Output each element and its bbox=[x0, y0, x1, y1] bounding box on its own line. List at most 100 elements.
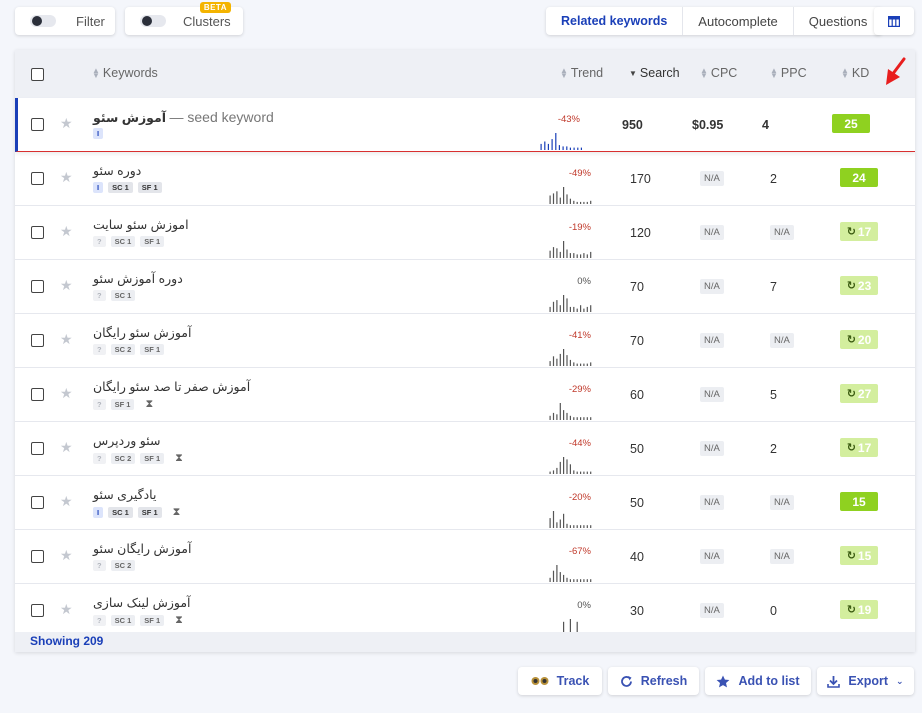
trend-bar bbox=[583, 308, 585, 312]
trend-bar bbox=[583, 525, 585, 528]
keyword-text[interactable]: آموزش لینک سازی bbox=[93, 595, 191, 610]
kd-score: ↻ 27 bbox=[840, 384, 878, 403]
keyword-text[interactable]: دوره آموزش سئو bbox=[93, 271, 183, 286]
row-checkbox[interactable] bbox=[31, 496, 44, 509]
table-row[interactable]: ★ آموزش لینک سازی? SC 1 SF 1 ⧗ 0% 30 N/A 0 ↻ 19 bbox=[15, 584, 915, 638]
refresh-icon[interactable]: ↻ bbox=[847, 387, 856, 400]
seed-keyword-row[interactable]: ★ آموزش سئو — seed keyword I -43% 950 $0… bbox=[15, 98, 915, 152]
row-checkbox[interactable] bbox=[31, 280, 44, 293]
select-all-checkbox[interactable] bbox=[31, 68, 44, 81]
column-header-keywords[interactable]: ▲ ▼ Keywords bbox=[92, 66, 158, 80]
tab-autocomplete[interactable]: Autocomplete bbox=[683, 7, 794, 35]
refresh-icon[interactable]: ↻ bbox=[847, 603, 856, 616]
table-row[interactable]: ★ آموزش رایگان سئو? SC 2 -67% 40 N/A N/A ↻ 15 bbox=[15, 530, 915, 584]
kd-score: 24 bbox=[840, 168, 878, 187]
trend-bar bbox=[549, 577, 551, 582]
keyword-text[interactable]: آموزش سئو رایگان bbox=[93, 325, 191, 340]
star-icon[interactable]: ★ bbox=[60, 277, 73, 294]
refresh-icon[interactable]: ↻ bbox=[847, 225, 856, 238]
table-row[interactable]: ★ دوره آموزش سئو? SC 1 0% 70 N/A 7 ↻ 23 bbox=[15, 260, 915, 314]
star-icon[interactable]: ★ bbox=[60, 493, 73, 510]
column-header-kd[interactable]: ▲ ▼ KD bbox=[841, 66, 869, 80]
columns-button[interactable] bbox=[874, 7, 914, 35]
ppc-value: 2 bbox=[770, 442, 777, 456]
trend-bar bbox=[580, 147, 582, 150]
row-checkbox[interactable] bbox=[31, 334, 44, 347]
keyword-text[interactable]: دوره سئو bbox=[93, 163, 141, 178]
column-header-ppc[interactable]: ▲ ▼ PPC bbox=[770, 66, 807, 80]
refresh-button[interactable]: Refresh bbox=[608, 667, 699, 695]
trend-bar bbox=[566, 523, 568, 528]
keyword-text[interactable]: سئو وردپرس bbox=[93, 433, 160, 448]
search-volume: 950 bbox=[622, 118, 643, 132]
trend-bar bbox=[576, 525, 578, 528]
row-checkbox[interactable] bbox=[31, 388, 44, 401]
keyword-text[interactable]: یادگیری سئو bbox=[93, 487, 156, 502]
trend-bar bbox=[590, 305, 592, 312]
trend-bar bbox=[559, 305, 561, 312]
export-button[interactable]: Export ⌄ bbox=[817, 667, 914, 695]
cpc-value: N/A bbox=[700, 549, 724, 564]
row-checkbox[interactable] bbox=[31, 226, 44, 239]
star-icon[interactable]: ★ bbox=[60, 547, 73, 564]
row-checkbox[interactable] bbox=[31, 550, 44, 563]
refresh-icon[interactable]: ↻ bbox=[847, 441, 856, 454]
star-icon[interactable]: ★ bbox=[60, 439, 73, 456]
row-checkbox[interactable] bbox=[31, 172, 44, 185]
tab-related-keywords[interactable]: Related keywords bbox=[546, 7, 684, 35]
refresh-icon[interactable]: ↻ bbox=[847, 333, 856, 346]
toggle-switch-icon bbox=[140, 15, 166, 27]
track-button[interactable]: Track bbox=[518, 667, 602, 695]
search-volume: 70 bbox=[630, 334, 644, 348]
trend-bar bbox=[547, 143, 549, 150]
star-icon[interactable]: ★ bbox=[60, 223, 73, 240]
trend-sparkline bbox=[549, 402, 593, 420]
filter-toggle[interactable]: Filter bbox=[15, 7, 115, 35]
table-row[interactable]: ★ اموزش سئو سایت? SC 1 SF 1 -19% 120 N/A N/A ↻ 17 bbox=[15, 206, 915, 260]
column-header-trend[interactable]: ▲ ▼ Trend bbox=[560, 66, 603, 80]
trend-bar bbox=[569, 147, 571, 150]
row-checkbox[interactable] bbox=[31, 118, 44, 131]
table-row[interactable]: ★ دوره سئو I SC 1 SF 1 -49% 170 N/A 2 24 bbox=[15, 152, 915, 206]
keyword-text[interactable]: آموزش رایگان سئو bbox=[93, 541, 191, 556]
trend-bar bbox=[556, 522, 558, 528]
keyword-text[interactable]: آموزش صفر تا صد سئو رایگان bbox=[93, 379, 250, 394]
keyword-badges: ? SC 1 SF 1 ⧗ bbox=[93, 614, 183, 627]
trend-bar bbox=[586, 579, 588, 582]
clusters-toggle[interactable]: Clusters BETA bbox=[125, 2, 243, 35]
table-row[interactable]: ★ آموزش صفر تا صد سئو رایگان? SF 1 ⧗ -29% 60 N… bbox=[15, 368, 915, 422]
star-icon[interactable]: ★ bbox=[60, 385, 73, 402]
star-icon[interactable]: ★ bbox=[60, 331, 73, 348]
row-checkbox[interactable] bbox=[31, 604, 44, 617]
table-row[interactable]: ★ آموزش سئو رایگان? SC 2 SF 1 -41% 70 N/A N/A ↻ 2… bbox=[15, 314, 915, 368]
serp-features-badge: SF 1 bbox=[140, 236, 165, 247]
trend-percent: -67% bbox=[568, 546, 591, 557]
trend-bar bbox=[586, 363, 588, 366]
row-checkbox[interactable] bbox=[31, 442, 44, 455]
tab-questions[interactable]: Questions bbox=[794, 7, 883, 35]
column-header-search[interactable]: ▼ Search bbox=[629, 66, 680, 80]
trend-bar bbox=[573, 579, 575, 582]
trend-bar bbox=[552, 570, 555, 582]
refresh-icon[interactable]: ↻ bbox=[847, 549, 856, 562]
table-row[interactable]: ★ سئو وردپرس? SC 2 SF 1 ⧗ -44% 50 N/A 2 ↻ 17 bbox=[15, 422, 915, 476]
sort-icon: ▲ ▼ bbox=[700, 66, 708, 80]
star-icon[interactable]: ★ bbox=[60, 169, 73, 186]
kd-value: 24 bbox=[852, 170, 866, 185]
trend-bar bbox=[586, 254, 588, 258]
add-to-list-label: Add to list bbox=[738, 674, 800, 688]
keyword-badges: ? SC 2 SF 1 bbox=[93, 344, 165, 355]
keyword-text[interactable]: اموزش سئو سایت bbox=[93, 217, 189, 232]
trend-bar bbox=[569, 415, 571, 420]
serp-features-badge: SF 1 bbox=[140, 453, 165, 464]
search-volume: 70 bbox=[630, 280, 644, 294]
ppc-value: 2 bbox=[770, 172, 777, 186]
refresh-icon[interactable]: ↻ bbox=[847, 279, 856, 292]
column-header-cpc[interactable]: ▲ ▼ CPC bbox=[700, 66, 737, 80]
trend-bar bbox=[586, 201, 588, 204]
add-to-list-button[interactable]: Add to list bbox=[705, 667, 811, 695]
table-row[interactable]: ★ یادگیری سئو I SC 1 SF 1 ⧗ -20% 50 N/A N/A 15 bbox=[15, 476, 915, 530]
star-icon[interactable]: ★ bbox=[60, 601, 73, 618]
seed-keyword[interactable]: آموزش سئو — seed keyword bbox=[93, 109, 274, 125]
star-icon[interactable]: ★ bbox=[60, 115, 73, 132]
